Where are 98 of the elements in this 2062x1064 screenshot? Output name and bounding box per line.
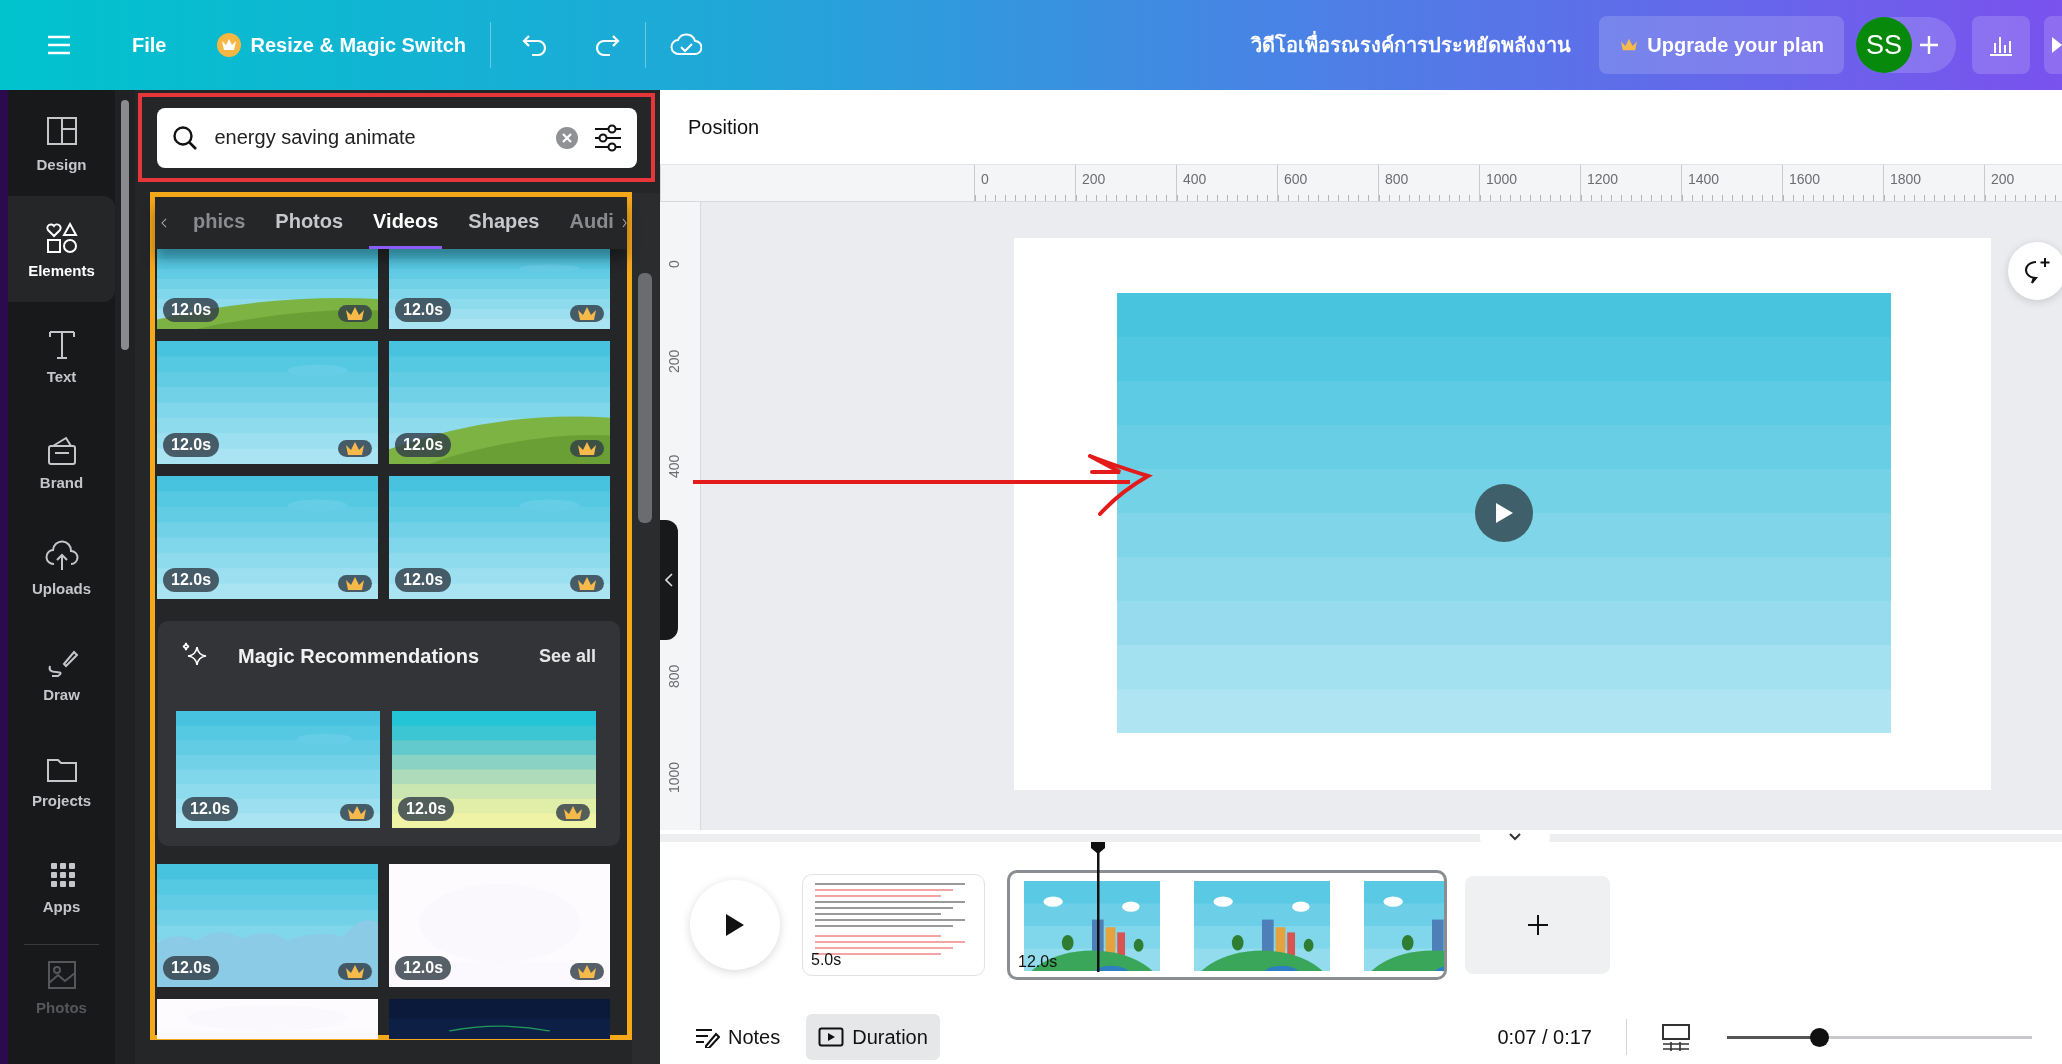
ruler-label: 200 <box>1082 171 1106 187</box>
duration-button[interactable]: Duration <box>806 1014 940 1060</box>
crown-icon <box>348 806 366 819</box>
video-thumbnail[interactable]: 12.0s <box>157 864 378 987</box>
insights-button[interactable] <box>1972 16 2030 74</box>
grid-view-icon[interactable] <box>1661 1023 1691 1051</box>
duration-label: 12.0s <box>163 568 220 592</box>
video-thumbnail[interactable]: 12.0s <box>389 476 610 599</box>
ruler-label: 1800 <box>1890 171 1922 187</box>
duration-label: 12.0s <box>395 568 452 592</box>
crown-icon <box>346 577 364 590</box>
playhead[interactable] <box>1090 840 1106 972</box>
filter-icon[interactable] <box>592 123 623 152</box>
search-icon <box>170 123 199 152</box>
play-button[interactable] <box>690 880 780 970</box>
duration-label: 5.0s <box>811 951 842 969</box>
duration-label: 12.0s <box>163 956 220 980</box>
duration-label: 12.0s <box>395 298 452 322</box>
category-tab[interactable]: phics <box>189 197 250 249</box>
sidebar-item[interactable]: Text <box>8 302 115 408</box>
search-field[interactable]: energy saving animate <box>212 125 541 150</box>
video-icon <box>818 1027 845 1047</box>
ruler-label: 400 <box>666 454 682 478</box>
redo-icon <box>593 33 622 57</box>
video-thumbnail[interactable]: 12.0s <box>389 341 610 464</box>
video-thumbnail[interactable]: 12.0s <box>392 711 596 828</box>
ruler-label: 200 <box>666 349 682 373</box>
duration-label: 12.0s <box>395 956 452 980</box>
clear-icon[interactable] <box>554 125 579 150</box>
category-tab[interactable]: Audi <box>565 197 618 249</box>
crown-icon <box>346 307 364 320</box>
crown-icon <box>346 442 364 455</box>
design-title[interactable]: วิดีโอเพื่อรณรงค์การประหยัดพลังงาน <box>1251 29 1572 61</box>
ruler-label: 1600 <box>1789 171 1821 187</box>
duration-label: 12.0s <box>398 797 455 821</box>
ruler-label: 1200 <box>1587 171 1619 187</box>
cloud-check-icon <box>670 32 703 58</box>
notes-icon <box>694 1026 720 1048</box>
play-icon <box>724 912 746 938</box>
chevron-left-icon <box>665 573 673 587</box>
duration-label: 12.0s <box>395 433 452 457</box>
crown-icon <box>578 307 596 320</box>
sidebar-item[interactable]: Brand <box>8 408 115 514</box>
crown-icon <box>578 965 596 978</box>
ruler-label: 200 <box>1991 171 2015 187</box>
timeline-page[interactable]: 5.0s <box>802 874 985 976</box>
notes-button[interactable]: Notes <box>682 1014 793 1060</box>
crown-icon <box>1619 37 1640 53</box>
section-title: Magic Recommendations <box>238 644 480 668</box>
present-button[interactable] <box>2044 16 2062 74</box>
plus-icon <box>1918 34 1940 56</box>
sidebar-item[interactable]: Uploads <box>8 514 115 620</box>
duration-label: 12.0s <box>163 433 220 457</box>
scrollbar-thumb[interactable] <box>638 273 652 523</box>
play-icon <box>1494 502 1514 524</box>
video-thumbnail[interactable]: 12.0s <box>157 249 378 329</box>
category-tab[interactable]: Photos <box>271 197 348 249</box>
video-thumbnail[interactable]: 12.0s <box>389 864 610 987</box>
sidebar-item[interactable]: Projects <box>8 726 115 832</box>
crown-icon <box>564 806 582 819</box>
scrollbar-thumb[interactable] <box>121 100 129 350</box>
ruler-label: 0 <box>666 260 682 268</box>
crown-icon <box>346 965 364 978</box>
playback-time: 0:07 / 0:17 <box>1497 1025 1592 1049</box>
duration-label: 12.0s <box>182 797 239 821</box>
chevron-down-icon <box>1508 832 1522 842</box>
category-tab[interactable]: Shapes <box>464 197 544 249</box>
plus-icon <box>1525 913 1550 937</box>
search-bar[interactable]: energy saving animate <box>156 107 637 168</box>
play-icon <box>2052 35 2062 55</box>
position-button[interactable]: Position <box>682 114 766 140</box>
comment-plus-icon <box>2022 256 2052 286</box>
timeline-scrollbar[interactable] <box>660 834 2062 842</box>
crown-icon <box>578 577 596 590</box>
ruler-label: 800 <box>666 664 682 688</box>
video-thumbnail[interactable]: 12.0s <box>176 711 380 828</box>
ruler-label: 600 <box>1284 171 1308 187</box>
ruler-label: 0 <box>981 171 989 187</box>
collapse-panel-button[interactable] <box>660 520 678 640</box>
video-thumbnail[interactable]: 12.0s <box>157 341 378 464</box>
video-thumbnail[interactable]: 12.0s <box>389 249 610 329</box>
sidebar-item[interactable]: Elements <box>8 196 115 302</box>
ruler-label: 800 <box>1385 171 1409 187</box>
duration-label: 12.0s <box>163 298 220 322</box>
crown-icon <box>578 442 596 455</box>
ruler-label: 1000 <box>1486 171 1518 187</box>
user-avatar[interactable]: SS <box>1856 17 1912 73</box>
ruler-label: 1400 <box>1688 171 1720 187</box>
sidebar-item[interactable]: Apps <box>8 832 115 938</box>
menu-icon <box>46 34 72 56</box>
sidebar-item[interactable]: Draw <box>8 620 115 726</box>
video-thumbnail[interactable]: 12.0s <box>157 476 378 599</box>
sidebar-item[interactable]: Design <box>8 90 115 196</box>
crown-icon <box>216 32 243 58</box>
ruler-label: 400 <box>1183 171 1207 187</box>
ruler-label: 1000 <box>666 761 682 793</box>
see-all-link[interactable]: See all <box>532 644 602 668</box>
add-comment-button[interactable] <box>2008 242 2062 300</box>
